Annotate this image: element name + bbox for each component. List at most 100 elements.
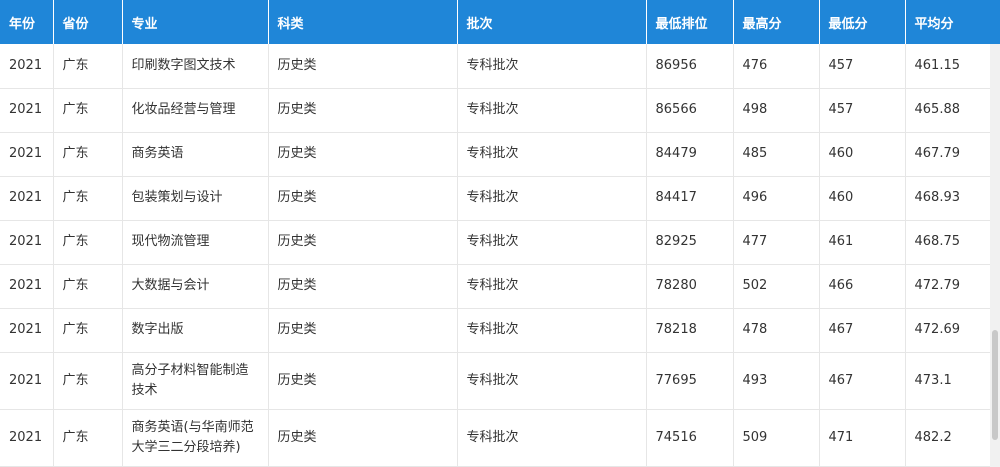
- header-row: 年份 省份 专业 科类 批次 最低排位 最高分 最低分 平均分: [0, 0, 990, 44]
- cell-avg-score: 472.79: [905, 264, 991, 309]
- cell-avg-score: 472.69: [905, 308, 991, 353]
- cell-subject-type: 历史类: [268, 264, 458, 309]
- cell-min-score: 460: [819, 132, 906, 177]
- cell-major: 印刷数字图文技术: [122, 44, 269, 89]
- cell-batch: 专科批次: [457, 352, 647, 410]
- cell-province: 广东: [53, 176, 123, 221]
- table-row: 2021 广东 高分子材料智能制造技术 历史类 专科批次 77695 493 4…: [0, 352, 991, 410]
- table-row: 2021 广东 商务英语(与华南师范大学三二分段培养) 历史类 专科批次 745…: [0, 409, 991, 467]
- cell-min-rank: 77695: [646, 352, 734, 410]
- cell-year: 2021: [0, 88, 54, 133]
- table-body: 2021 广东 印刷数字图文技术 历史类 专科批次 86956 476 457 …: [0, 44, 991, 467]
- cell-min-rank: 86956: [646, 44, 734, 89]
- table-row: 2021 广东 化妆品经营与管理 历史类 专科批次 86566 498 457 …: [0, 88, 991, 133]
- cell-subject-type: 历史类: [268, 88, 458, 133]
- col-header-min-rank[interactable]: 最低排位: [646, 0, 734, 44]
- cell-year: 2021: [0, 352, 54, 410]
- cell-province: 广东: [53, 352, 123, 410]
- cell-avg-score: 465.88: [905, 88, 991, 133]
- scrollbar-thumb[interactable]: [992, 330, 998, 440]
- cell-min-rank: 82925: [646, 220, 734, 265]
- cell-batch: 专科批次: [457, 308, 647, 353]
- cell-major: 大数据与会计: [122, 264, 269, 309]
- col-header-year[interactable]: 年份: [0, 0, 54, 44]
- cell-batch: 专科批次: [457, 132, 647, 177]
- cell-major: 现代物流管理: [122, 220, 269, 265]
- col-header-max-score[interactable]: 最高分: [733, 0, 820, 44]
- cell-major: 包装策划与设计: [122, 176, 269, 221]
- table-row: 2021 广东 商务英语 历史类 专科批次 84479 485 460 467.…: [0, 132, 991, 177]
- table-row: 2021 广东 印刷数字图文技术 历史类 专科批次 86956 476 457 …: [0, 44, 991, 89]
- cell-province: 广东: [53, 264, 123, 309]
- cell-batch: 专科批次: [457, 409, 647, 467]
- cell-batch: 专科批次: [457, 88, 647, 133]
- cell-year: 2021: [0, 44, 54, 89]
- cell-avg-score: 482.2: [905, 409, 991, 467]
- cell-batch: 专科批次: [457, 176, 647, 221]
- cell-min-rank: 84479: [646, 132, 734, 177]
- cell-subject-type: 历史类: [268, 352, 458, 410]
- cell-subject-type: 历史类: [268, 44, 458, 89]
- cell-major: 商务英语(与华南师范大学三二分段培养): [122, 409, 269, 467]
- table-row: 2021 广东 大数据与会计 历史类 专科批次 78280 502 466 47…: [0, 264, 991, 309]
- cell-batch: 专科批次: [457, 44, 647, 89]
- cell-max-score: 502: [733, 264, 820, 309]
- cell-min-score: 467: [819, 352, 906, 410]
- cell-min-score: 466: [819, 264, 906, 309]
- cell-subject-type: 历史类: [268, 220, 458, 265]
- cell-year: 2021: [0, 409, 54, 467]
- cell-major: 高分子材料智能制造技术: [122, 352, 269, 410]
- cell-province: 广东: [53, 88, 123, 133]
- cell-max-score: 509: [733, 409, 820, 467]
- cell-min-score: 457: [819, 88, 906, 133]
- cell-subject-type: 历史类: [268, 308, 458, 353]
- cell-year: 2021: [0, 308, 54, 353]
- cell-max-score: 478: [733, 308, 820, 353]
- table-row: 2021 广东 数字出版 历史类 专科批次 78218 478 467 472.…: [0, 308, 991, 353]
- cell-year: 2021: [0, 264, 54, 309]
- cell-year: 2021: [0, 220, 54, 265]
- cell-min-score: 461: [819, 220, 906, 265]
- cell-subject-type: 历史类: [268, 409, 458, 467]
- cell-max-score: 498: [733, 88, 820, 133]
- cell-province: 广东: [53, 220, 123, 265]
- scrollbar-header-cap: [990, 0, 1000, 44]
- cell-avg-score: 461.15: [905, 44, 991, 89]
- col-header-province[interactable]: 省份: [53, 0, 123, 44]
- cell-avg-score: 467.79: [905, 132, 991, 177]
- vertical-scrollbar[interactable]: [990, 0, 1000, 467]
- admission-scores-panel: 年份 省份 专业 科类 批次 最低排位 最高分 最低分 平均分 2021 广东 …: [0, 0, 1000, 467]
- cell-batch: 专科批次: [457, 264, 647, 309]
- cell-min-rank: 84417: [646, 176, 734, 221]
- col-header-major[interactable]: 专业: [122, 0, 269, 44]
- cell-min-score: 457: [819, 44, 906, 89]
- cell-min-rank: 86566: [646, 88, 734, 133]
- cell-year: 2021: [0, 132, 54, 177]
- cell-min-score: 460: [819, 176, 906, 221]
- cell-major: 化妆品经营与管理: [122, 88, 269, 133]
- cell-min-rank: 78280: [646, 264, 734, 309]
- cell-max-score: 493: [733, 352, 820, 410]
- cell-max-score: 477: [733, 220, 820, 265]
- cell-max-score: 496: [733, 176, 820, 221]
- table-header: 年份 省份 专业 科类 批次 最低排位 最高分 最低分 平均分: [0, 0, 990, 44]
- col-header-batch[interactable]: 批次: [457, 0, 647, 44]
- cell-year: 2021: [0, 176, 54, 221]
- table-row: 2021 广东 包装策划与设计 历史类 专科批次 84417 496 460 4…: [0, 176, 991, 221]
- cell-max-score: 476: [733, 44, 820, 89]
- col-header-avg-score[interactable]: 平均分: [905, 0, 990, 44]
- col-header-subject-type[interactable]: 科类: [268, 0, 458, 44]
- col-header-min-score[interactable]: 最低分: [819, 0, 906, 44]
- admission-scores-table: 年份 省份 专业 科类 批次 最低排位 最高分 最低分 平均分 2021 广东 …: [0, 0, 991, 467]
- cell-min-rank: 74516: [646, 409, 734, 467]
- cell-province: 广东: [53, 44, 123, 89]
- cell-avg-score: 468.75: [905, 220, 991, 265]
- cell-subject-type: 历史类: [268, 132, 458, 177]
- cell-min-score: 467: [819, 308, 906, 353]
- cell-avg-score: 473.1: [905, 352, 991, 410]
- cell-min-score: 471: [819, 409, 906, 467]
- cell-min-rank: 78218: [646, 308, 734, 353]
- cell-province: 广东: [53, 132, 123, 177]
- cell-province: 广东: [53, 308, 123, 353]
- cell-province: 广东: [53, 409, 123, 467]
